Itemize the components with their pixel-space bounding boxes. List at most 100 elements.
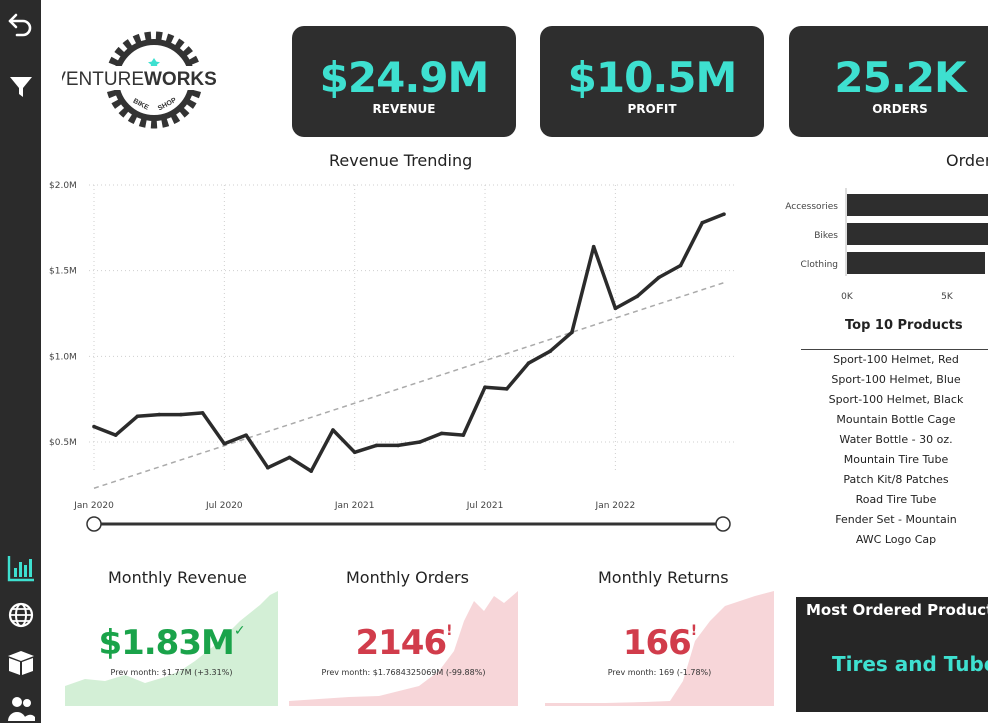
revenue-point <box>265 465 270 470</box>
revenue-trend-title: Revenue Trending <box>329 151 473 170</box>
alert-icon: ! <box>690 623 697 639</box>
back-arrow-icon[interactable] <box>0 6 41 42</box>
x-tick-label: Jan 2022 <box>595 501 636 511</box>
revenue-point <box>374 443 379 448</box>
adventureworks-logo: ADVENTURE WORKS BIKE SHOP <box>27 26 247 151</box>
category-label: Bikes <box>814 231 838 241</box>
top10-row[interactable]: Mountain Tire Tube <box>801 450 988 470</box>
most-ordered-value: Tires and Tubes <box>832 652 988 676</box>
date-slider-end-handle[interactable] <box>715 516 731 532</box>
category-label: Clothing <box>801 260 838 270</box>
kpi-orders-value: 25.2K <box>834 53 966 102</box>
alert-icon: ! <box>446 623 452 639</box>
revenue-point <box>461 433 466 437</box>
top10-row[interactable]: Road Tire Tube <box>801 490 988 510</box>
y-tick-label: $0.5M <box>49 438 77 448</box>
revenue-point <box>179 412 183 417</box>
category-bar <box>847 252 985 274</box>
revenue-point <box>678 263 683 268</box>
revenue-point <box>418 440 422 444</box>
users-icon[interactable] <box>0 692 41 723</box>
revenue-point <box>657 275 661 280</box>
monthly-orders-title: Monthly Orders <box>346 568 469 587</box>
revenue-point <box>504 387 509 391</box>
top10-row[interactable]: Fender Set - Mountain <box>801 510 988 530</box>
revenue-point <box>92 424 96 429</box>
y-tick-label: $1.5M <box>49 267 77 277</box>
top10-row[interactable]: Water Bottle - 30 oz. <box>801 430 988 450</box>
kpi-orders-label: ORDERS <box>872 102 928 116</box>
x-tick-label: Jul 2021 <box>466 501 504 511</box>
revenue-point <box>200 411 205 415</box>
revenue-point <box>222 441 227 446</box>
monthly-returns-title: Monthly Returns <box>598 568 729 587</box>
monthly-revenue-title: Monthly Revenue <box>108 568 247 587</box>
revenue-point <box>635 294 639 299</box>
most-ordered-product-type-card[interactable]: Most Ordered Product Ty Tires and Tubes <box>796 597 988 712</box>
box-icon[interactable] <box>0 646 41 680</box>
revenue-point <box>309 469 314 473</box>
top10-table: Sport-100 Helmet, Red Sport-100 Helmet, B… <box>801 349 988 550</box>
revenue-point <box>244 433 248 437</box>
x-tick-label: Jan 2021 <box>334 501 375 511</box>
x-tick-label: Jul 2020 <box>205 501 243 511</box>
category-bar <box>847 223 988 245</box>
monthly-returns-prev: Prev month: 169 (-1.78%) <box>607 668 712 677</box>
revenue-point <box>439 431 444 436</box>
revenue-point <box>396 443 400 448</box>
monthly-returns-value: 166 <box>622 623 692 663</box>
revenue-point <box>526 361 531 365</box>
revenue-point <box>722 212 726 216</box>
orders-by-category-chart[interactable]: Accessories Bikes Clothing 0K 5K <box>770 183 988 308</box>
bar-chart-icon[interactable] <box>0 550 41 586</box>
revenue-point <box>548 349 553 353</box>
top10-row[interactable]: Sport-100 Helmet, Red <box>801 350 988 370</box>
kpi-orders[interactable]: 25.2K ORDERS <box>789 26 988 137</box>
top10-row[interactable]: Mountain Bottle Cage <box>801 410 988 430</box>
revenue-series-line <box>93 212 725 473</box>
kpi-profit-value: $10.5M <box>567 53 738 102</box>
category-label: Accessories <box>785 202 838 212</box>
revenue-point <box>113 433 118 437</box>
kpi-revenue-value: $24.9M <box>319 53 490 102</box>
category-bar <box>847 194 988 216</box>
x-tick-label: Jan 2020 <box>73 501 114 511</box>
monthly-orders-prev: Prev month: $1.7684325069M (-99.88%) <box>321 668 486 677</box>
top10-row[interactable]: Sport-100 Helmet, Black <box>801 390 988 410</box>
kpi-revenue[interactable]: $24.9M REVENUE <box>292 26 516 137</box>
globe-icon[interactable] <box>0 598 41 632</box>
revenue-point <box>613 306 618 311</box>
monthly-orders-card[interactable]: 2146! Prev month: $1.7684325069M (-99.88… <box>289 591 518 706</box>
revenue-trendline <box>93 281 725 489</box>
revenue-point <box>331 428 335 432</box>
sidebar <box>0 0 41 723</box>
filter-icon[interactable] <box>0 70 41 104</box>
y-tick-label: $1.0M <box>49 352 77 362</box>
monthly-orders-value: 2146 <box>355 623 447 663</box>
kpi-profit[interactable]: $10.5M PROFIT <box>540 26 764 137</box>
monthly-revenue-prev: Prev month: $1.77M (+3.31%) <box>110 668 233 677</box>
date-slider-start-handle[interactable] <box>86 516 102 532</box>
monthly-returns-card[interactable]: 166! Prev month: 169 (-1.78%) <box>545 591 774 706</box>
revenue-point <box>135 414 140 419</box>
revenue-point <box>700 220 705 225</box>
kpi-revenue-label: REVENUE <box>372 102 436 116</box>
revenue-point <box>591 244 596 249</box>
monthly-revenue-value: $1.83M <box>98 623 234 663</box>
monthly-revenue-card[interactable]: $1.83M✓ Prev month: $1.77M (+3.31%) <box>65 591 278 706</box>
top10-row[interactable]: Patch Kit/8 Patches <box>801 470 988 490</box>
logo-text-left: ADVENTURE <box>62 69 144 90</box>
top10-row[interactable]: Sport-100 Helmet, Blue <box>801 370 988 390</box>
revenue-point <box>287 455 292 460</box>
revenue-point <box>157 412 161 417</box>
revenue-point <box>570 330 574 335</box>
revenue-trend-chart[interactable]: $2.0M $1.5M $1.0M $0.5M Jan 2020 Jul 2020 Jan … <box>44 176 744 536</box>
revenue-point <box>352 450 357 455</box>
top10-row[interactable]: AWC Logo Cap <box>801 530 988 550</box>
revenue-point <box>483 385 487 389</box>
x-tick-label: 0K <box>841 292 854 302</box>
x-tick-label: 5K <box>941 292 954 302</box>
check-icon: ✓ <box>233 623 246 639</box>
logo-text-right: WORKS <box>144 69 217 90</box>
top10-title: Top 10 Products <box>845 318 963 333</box>
